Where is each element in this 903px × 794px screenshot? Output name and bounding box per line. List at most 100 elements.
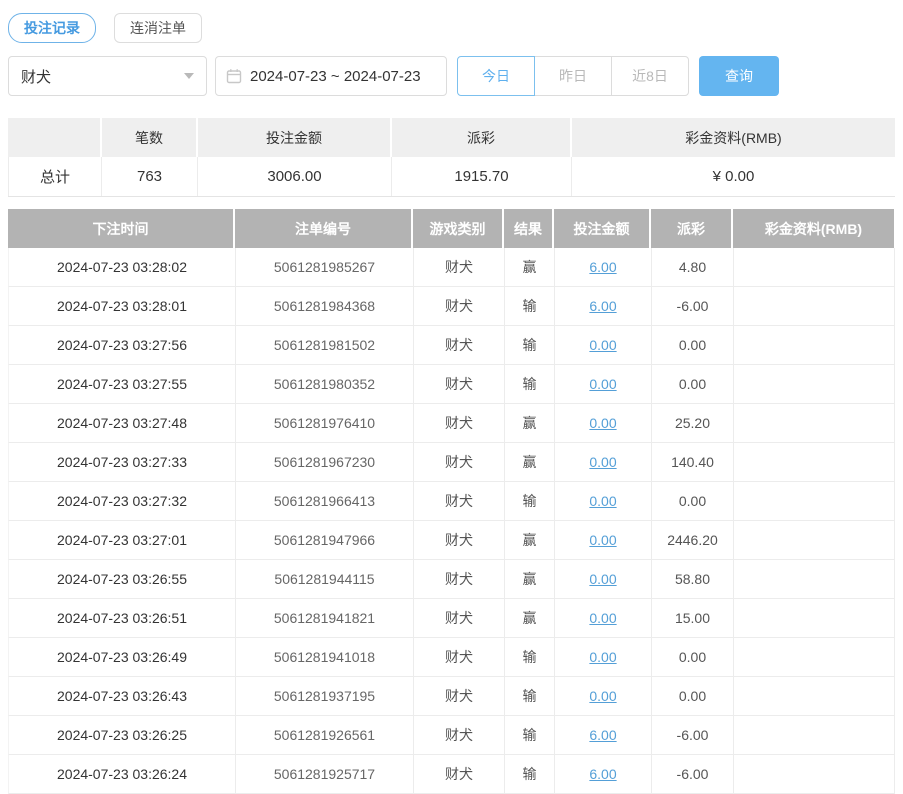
- table-row: 2024-07-23 03:27:32 5061281966413 财犬 输 0…: [8, 482, 895, 521]
- top-tabs: 投注记录 连消注单: [8, 13, 895, 43]
- cell-game-type: 财犬: [414, 560, 505, 598]
- cell-game-type: 财犬: [414, 326, 505, 364]
- cell-bet-time: 2024-07-23 03:26:55: [9, 560, 236, 598]
- cell-bet-time: 2024-07-23 03:27:55: [9, 365, 236, 403]
- table-row: 2024-07-23 03:26:55 5061281944115 财犬 赢 0…: [8, 560, 895, 599]
- range-yesterday-button[interactable]: 昨日: [534, 56, 612, 96]
- table-row: 2024-07-23 03:27:33 5061281967230 财犬 赢 0…: [8, 443, 895, 482]
- cell-bonus: [734, 365, 895, 403]
- cell-bet-id: 5061281976410: [236, 404, 414, 442]
- bet-amount-link[interactable]: 0.00: [589, 376, 616, 392]
- cell-game-type: 财犬: [414, 248, 505, 286]
- cell-result: 输: [505, 287, 555, 325]
- col-header-bet-amount: 投注金额: [554, 209, 651, 248]
- table-row: 2024-07-23 03:27:01 5061281947966 财犬 赢 0…: [8, 521, 895, 560]
- cell-result: 输: [505, 716, 555, 754]
- cell-bet-amount: 6.00: [555, 248, 652, 286]
- cell-payout: -6.00: [652, 287, 734, 325]
- cell-game-type: 财犬: [414, 638, 505, 676]
- cell-bet-id: 5061281941018: [236, 638, 414, 676]
- cell-bonus: [734, 443, 895, 481]
- cell-result: 输: [505, 755, 555, 793]
- cell-bet-time: 2024-07-23 03:27:48: [9, 404, 236, 442]
- bet-amount-link[interactable]: 6.00: [589, 259, 616, 275]
- cell-payout: 0.00: [652, 365, 734, 403]
- range-today-button[interactable]: 今日: [457, 56, 535, 96]
- summary-total-count: 763: [102, 157, 198, 196]
- summary-header-count: 笔数: [102, 118, 198, 157]
- cell-result: 赢: [505, 521, 555, 559]
- cell-result: 输: [505, 365, 555, 403]
- summary-total-bonus: ¥ 0.00: [572, 157, 895, 196]
- bet-amount-link[interactable]: 0.00: [589, 532, 616, 548]
- bet-amount-link[interactable]: 6.00: [589, 766, 616, 782]
- cell-bet-time: 2024-07-23 03:26:24: [9, 755, 236, 793]
- table-row: 2024-07-23 03:26:49 5061281941018 财犬 输 0…: [8, 638, 895, 677]
- cell-bet-time: 2024-07-23 03:28:02: [9, 248, 236, 286]
- col-header-game-type: 游戏类别: [413, 209, 504, 248]
- cell-game-type: 财犬: [414, 677, 505, 715]
- cell-result: 赢: [505, 248, 555, 286]
- cell-bet-amount: 0.00: [555, 443, 652, 481]
- bet-amount-link[interactable]: 0.00: [589, 337, 616, 353]
- bet-amount-link[interactable]: 0.00: [589, 415, 616, 431]
- col-header-bet-time: 下注时间: [8, 209, 235, 248]
- cell-payout: 140.40: [652, 443, 734, 481]
- cell-payout: -6.00: [652, 755, 734, 793]
- cell-result: 赢: [505, 404, 555, 442]
- cell-bet-id: 5061281984368: [236, 287, 414, 325]
- bet-amount-link[interactable]: 0.00: [589, 688, 616, 704]
- cell-bet-amount: 6.00: [555, 716, 652, 754]
- summary-header-bet-amount: 投注金额: [198, 118, 392, 157]
- game-select[interactable]: 财犬: [8, 56, 207, 96]
- cell-bet-amount: 0.00: [555, 560, 652, 598]
- cell-bet-time: 2024-07-23 03:27:01: [9, 521, 236, 559]
- col-header-result: 结果: [504, 209, 554, 248]
- date-range-input[interactable]: 2024-07-23 ~ 2024-07-23: [215, 56, 447, 96]
- cell-bet-time: 2024-07-23 03:27:33: [9, 443, 236, 481]
- summary-total-bet-amount: 3006.00: [198, 157, 392, 196]
- bet-amount-link[interactable]: 0.00: [589, 649, 616, 665]
- cell-bonus: [734, 326, 895, 364]
- bet-table-body: 2024-07-23 03:28:02 5061281985267 财犬 赢 6…: [8, 248, 895, 794]
- bet-amount-link[interactable]: 6.00: [589, 298, 616, 314]
- tab-bet-records[interactable]: 投注记录: [8, 13, 96, 43]
- cell-bet-amount: 0.00: [555, 599, 652, 637]
- bet-amount-link[interactable]: 0.00: [589, 571, 616, 587]
- calendar-icon: [226, 69, 242, 84]
- cell-bet-time: 2024-07-23 03:27:56: [9, 326, 236, 364]
- table-row: 2024-07-23 03:26:25 5061281926561 财犬 输 6…: [8, 716, 895, 755]
- col-header-bonus: 彩金资料(RMB): [733, 209, 894, 248]
- cell-bet-id: 5061281941821: [236, 599, 414, 637]
- date-range-value: 2024-07-23 ~ 2024-07-23: [250, 67, 421, 85]
- range-last8days-button[interactable]: 近8日: [611, 56, 689, 96]
- cell-payout: -6.00: [652, 716, 734, 754]
- cell-bonus: [734, 677, 895, 715]
- bet-amount-link[interactable]: 0.00: [589, 610, 616, 626]
- summary-header-payout: 派彩: [392, 118, 572, 157]
- cell-bet-id: 5061281944115: [236, 560, 414, 598]
- cell-bonus: [734, 638, 895, 676]
- cell-bet-time: 2024-07-23 03:26:49: [9, 638, 236, 676]
- cell-bet-id: 5061281925717: [236, 755, 414, 793]
- cell-bet-id: 5061281926561: [236, 716, 414, 754]
- cell-bonus: [734, 716, 895, 754]
- summary-table: 笔数 投注金额 派彩 彩金资料(RMB) 总计 763 3006.00 1915…: [8, 118, 895, 197]
- summary-total-payout: 1915.70: [392, 157, 572, 196]
- cell-game-type: 财犬: [414, 287, 505, 325]
- tab-cancelled-bets[interactable]: 连消注单: [114, 13, 202, 43]
- cell-result: 输: [505, 677, 555, 715]
- bet-amount-link[interactable]: 0.00: [589, 493, 616, 509]
- col-header-bet-id: 注单编号: [235, 209, 413, 248]
- cell-payout: 58.80: [652, 560, 734, 598]
- cell-bet-id: 5061281985267: [236, 248, 414, 286]
- betting-records-page: 投注记录 连消注单 财犬 2024-07-23 ~ 2024-07-23 今日 …: [0, 0, 903, 794]
- bet-amount-link[interactable]: 6.00: [589, 727, 616, 743]
- query-button[interactable]: 查询: [699, 56, 779, 96]
- cell-result: 输: [505, 482, 555, 520]
- cell-game-type: 财犬: [414, 482, 505, 520]
- bet-amount-link[interactable]: 0.00: [589, 454, 616, 470]
- cell-bet-id: 5061281980352: [236, 365, 414, 403]
- cell-bet-id: 5061281966413: [236, 482, 414, 520]
- summary-total-row: 总计 763 3006.00 1915.70 ¥ 0.00: [8, 157, 895, 197]
